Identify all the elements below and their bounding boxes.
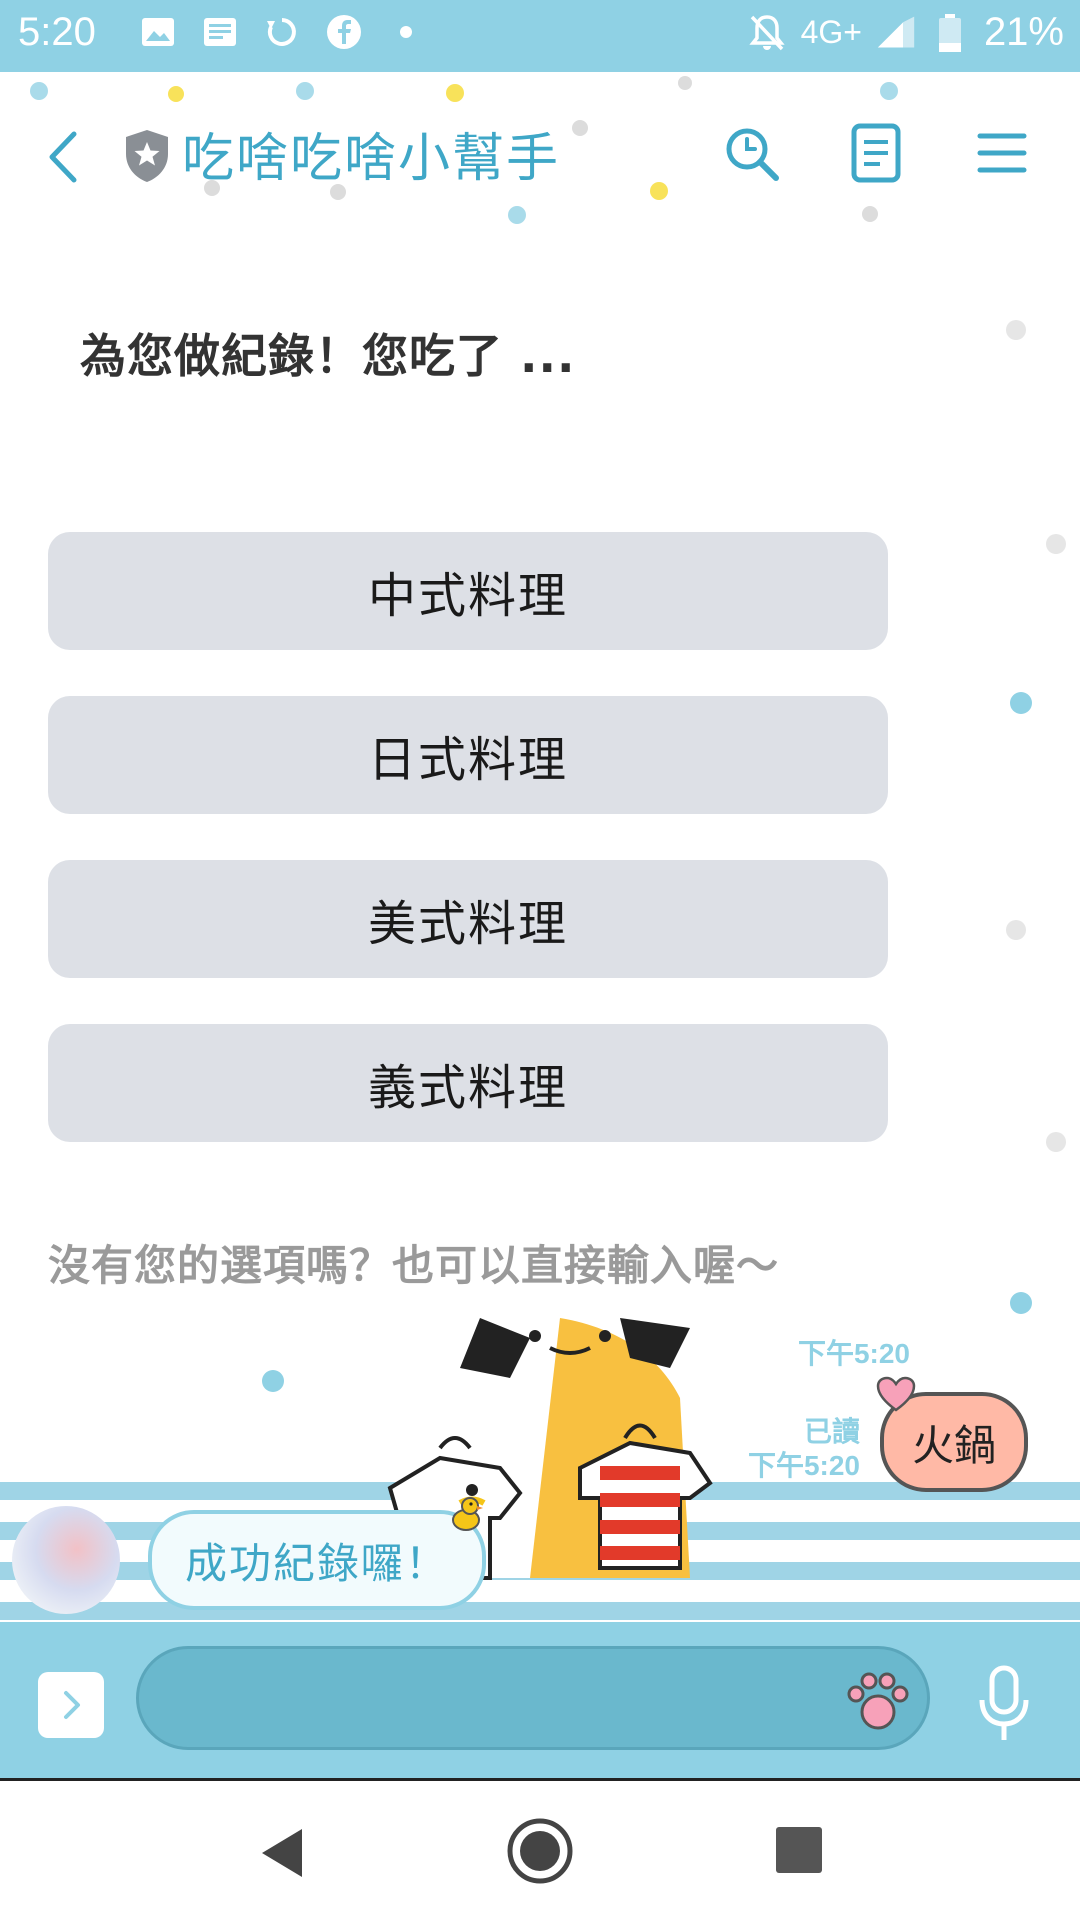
status-bar: 5:20 4G+ 21% [0, 0, 1080, 72]
battery-percent: 21% [983, 10, 1064, 54]
message-input-field[interactable] [169, 1649, 853, 1749]
decor-dot [862, 206, 878, 222]
bot-message-bubble[interactable]: 成功紀錄囉！ [148, 1510, 486, 1610]
shield-icon [122, 128, 172, 184]
option-chinese-cuisine[interactable]: 中式料理 [48, 532, 888, 650]
bot-message-text: 成功紀錄囉！ [184, 1538, 449, 1588]
heart-icon [876, 1376, 916, 1412]
back-icon [49, 131, 77, 183]
image-icon [138, 12, 178, 52]
circle-home-icon [507, 1818, 573, 1884]
chat-header: 吃啥吃啥小幫手 [0, 72, 1080, 252]
nav-back-button[interactable] [254, 1823, 314, 1883]
sticker-button[interactable] [840, 1666, 916, 1742]
chevron-right-icon [64, 1691, 80, 1719]
decor-dot [678, 76, 692, 90]
decor-dot [508, 206, 526, 224]
network-type: 4G+ [800, 14, 862, 50]
input-bar [0, 1622, 1080, 1778]
mute-icon [747, 13, 787, 53]
status-icons-right: 4G+ 21% [747, 10, 1064, 55]
nav-recents-button[interactable] [776, 1827, 822, 1873]
decor-dot [650, 182, 668, 200]
decor-dot [572, 120, 588, 136]
decor-dot [1010, 692, 1032, 714]
bot-prompt: 為您做紀錄！您吃了 ... [80, 329, 576, 383]
duck-icon [452, 1497, 483, 1531]
nav-home-button[interactable] [506, 1817, 574, 1885]
decor-dot [1046, 1132, 1066, 1152]
hint-text: 沒有您的選項嗎？也可以直接輸入喔～ [48, 1241, 780, 1290]
menu-icon [977, 133, 1027, 173]
decor-dot [262, 1370, 284, 1392]
chat-area[interactable]: 為您做紀錄！您吃了 ... 中式料理 日式料理 美式料理 義式料理 沒有您的選項… [0, 252, 1080, 1622]
triangle-back-icon [262, 1829, 302, 1877]
news-icon [200, 12, 240, 52]
decor-dot [1006, 920, 1026, 940]
menu-button[interactable] [976, 128, 1028, 178]
decor-dot [296, 82, 314, 100]
decor-dot [446, 84, 464, 102]
notification-dot-icon [386, 12, 426, 52]
search-button[interactable] [722, 124, 782, 184]
status-icons-left [138, 12, 426, 52]
decor-dot [1010, 1292, 1032, 1314]
signal-icon [876, 13, 916, 53]
option-italian-cuisine[interactable]: 義式料理 [48, 1024, 888, 1142]
option-american-cuisine[interactable]: 美式料理 [48, 860, 888, 978]
paw-icon [847, 1672, 909, 1730]
search-icon [726, 128, 779, 181]
sync-icon [262, 12, 302, 52]
message-input[interactable] [136, 1646, 930, 1750]
sticker-time: 下午5:20 [797, 1338, 910, 1369]
decor-dot [168, 86, 184, 102]
bot-avatar[interactable] [12, 1506, 120, 1614]
facebook-icon [324, 12, 364, 52]
user-message-text: 火鍋 [911, 1420, 996, 1470]
message-time: 下午5:20 [747, 1450, 860, 1481]
mic-button[interactable] [976, 1662, 1032, 1746]
status-time: 5:20 [18, 10, 96, 54]
decor-dot [30, 82, 48, 100]
notes-button[interactable] [850, 122, 902, 184]
decor-dot [880, 82, 898, 100]
system-nav-bar [0, 1778, 1080, 1923]
chat-title: 吃啥吃啥小幫手 [182, 129, 561, 189]
decor-dot [1006, 320, 1026, 340]
expand-button[interactable] [38, 1672, 104, 1738]
mic-icon [979, 1665, 1029, 1740]
option-japanese-cuisine[interactable]: 日式料理 [48, 696, 888, 814]
battery-icon [930, 13, 970, 53]
notes-icon [851, 123, 901, 183]
decor-dot [1046, 534, 1066, 554]
back-button[interactable] [38, 122, 88, 192]
